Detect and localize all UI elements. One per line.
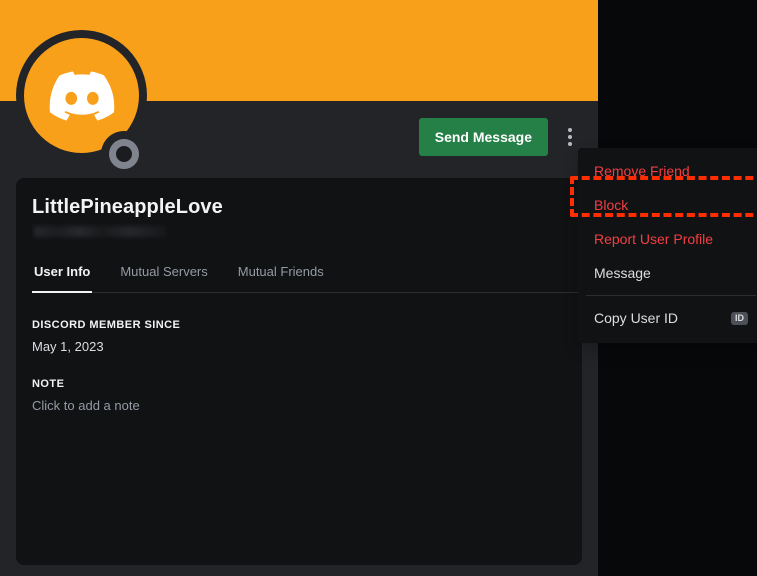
username: LittlePineappleLove [32,196,223,219]
tab-user-info[interactable]: User Info [32,260,92,293]
dot [568,128,572,132]
handle-redacted [34,226,166,237]
menu-item-label: Remove Friend [594,163,690,179]
send-message-button[interactable]: Send Message [419,118,548,156]
id-badge: ID [731,312,748,325]
menu-item-label: Message [594,265,651,281]
member-since-value: May 1, 2023 [32,339,180,354]
user-profile-panel: Send Message LittlePineappleLove User In… [0,0,598,576]
menu-item-copy-user-id[interactable]: Copy User ID ID [586,301,756,335]
menu-item-label: Block [594,197,628,213]
status-inner-ring [109,139,139,169]
menu-item-report-user-profile[interactable]: Report User Profile [586,222,756,256]
note-section: NOTE Click to add a note [32,378,140,413]
member-since-section: DISCORD MEMBER SINCE May 1, 2023 [32,319,180,354]
member-since-title: DISCORD MEMBER SINCE [32,319,180,331]
note-input[interactable]: Click to add a note [32,398,140,413]
menu-item-block[interactable]: Block [586,188,756,222]
screen: Send Message LittlePineappleLove User In… [0,0,757,576]
profile-action-row: Send Message [419,118,582,156]
user-info-card: LittlePineappleLove User Info Mutual Ser… [16,178,582,565]
tab-mutual-friends[interactable]: Mutual Friends [236,260,326,293]
offline-status-icon [101,131,147,177]
dot [568,135,572,139]
menu-divider [586,295,756,296]
note-title: NOTE [32,378,140,390]
profile-tabs: User Info Mutual Servers Mutual Friends [32,260,582,293]
menu-item-label: Copy User ID [594,310,678,326]
menu-item-label: Report User Profile [594,231,713,247]
dot [568,142,572,146]
menu-item-remove-friend[interactable]: Remove Friend [586,154,756,188]
menu-item-message[interactable]: Message [586,256,756,290]
avatar[interactable] [16,30,147,161]
user-context-menu: Remove Friend Block Report User Profile … [578,148,757,343]
tab-mutual-servers[interactable]: Mutual Servers [118,260,209,293]
